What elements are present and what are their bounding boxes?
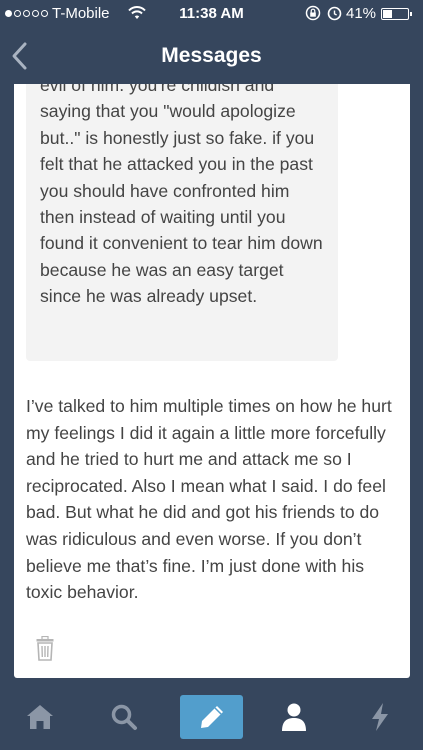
tab-compose[interactable]	[180, 695, 243, 739]
tab-account[interactable]	[272, 683, 316, 750]
page-title: Messages	[161, 44, 262, 67]
pencil-icon	[200, 706, 223, 728]
reply-message-text: I’ve talked to him multiple times on how…	[26, 396, 392, 603]
quoted-message: evil of him. you're childish and saying …	[26, 84, 338, 361]
lightning-icon	[372, 702, 388, 731]
tab-search[interactable]	[102, 683, 146, 750]
status-bar: T-Mobile 11:38 AM 41%	[0, 0, 423, 28]
search-icon	[111, 704, 137, 730]
nav-bar: Messages	[0, 28, 423, 83]
trash-icon	[36, 635, 54, 661]
message-card: evil of him. you're childish and saying …	[14, 84, 410, 678]
alarm-icon	[327, 5, 342, 25]
tab-activity[interactable]	[358, 683, 402, 750]
person-icon	[282, 703, 306, 731]
rotation-lock-icon	[305, 5, 321, 25]
delete-button[interactable]	[36, 635, 54, 662]
battery-icon	[381, 8, 412, 20]
quoted-message-text: evil of him. you're childish and saying …	[40, 84, 323, 307]
tab-home[interactable]	[18, 683, 62, 750]
home-icon	[27, 704, 53, 729]
tab-bar	[0, 683, 423, 750]
battery-percent: 41%	[346, 5, 377, 22]
